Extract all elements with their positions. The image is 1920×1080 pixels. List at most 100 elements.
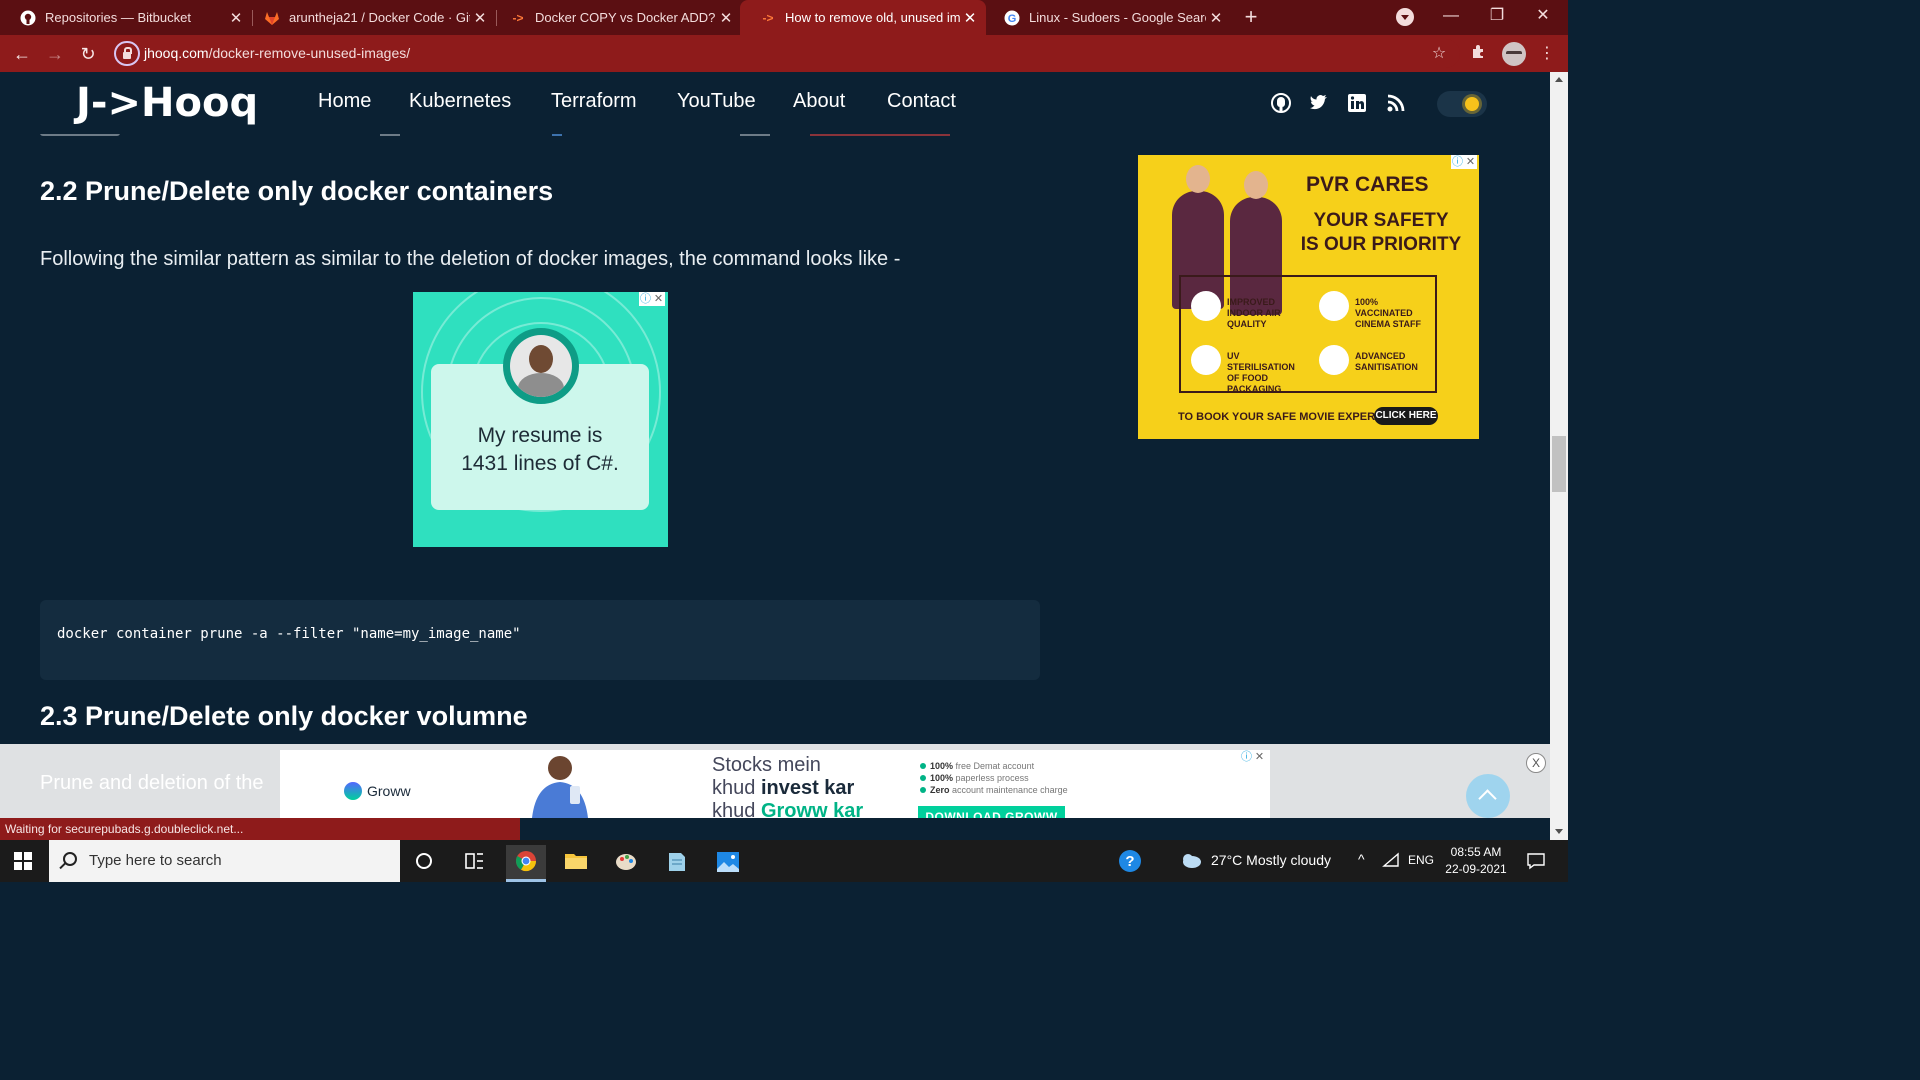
section-heading-containers: 2.2 Prune/Delete only docker containers [40, 176, 554, 206]
windows-taskbar: Type here to search ? 27°C Mostly cloudy [0, 840, 1568, 882]
download-groww-button[interactable]: DOWNLOAD GROWW [918, 806, 1065, 818]
ad-person-face [1244, 171, 1268, 199]
github-icon [20, 10, 36, 26]
ad-text: My resume is 1431 lines of C#. [461, 424, 619, 475]
close-tab-icon[interactable]: ✕ [716, 9, 736, 27]
advertisement-groww[interactable]: Groww Stocks mein khud invest kar khud G… [280, 750, 1270, 818]
tab-title: aruntheja21 / Docker Code · GitL [289, 10, 470, 25]
weather-widget[interactable]: 27°C Mostly cloudy [1180, 851, 1331, 869]
ad-brand: PVR CARES [1306, 173, 1429, 196]
groww-logo: Groww [344, 782, 411, 800]
sanitisation-icon [1319, 345, 1349, 375]
help-icon[interactable]: ? [1118, 849, 1142, 876]
menu-dots-icon[interactable]: ⋮ [1536, 43, 1558, 65]
linkedin-icon[interactable] [1346, 92, 1368, 114]
page-scrollbar[interactable] [1550, 72, 1568, 840]
browser-toolbar: ← → ↻ jhooq.com/docker-remove-unused-ima… [0, 35, 1568, 72]
nav-contact[interactable]: Contact [887, 90, 956, 113]
tab-gitlab[interactable]: aruntheja21 / Docker Code · GitL ✕ [244, 0, 496, 35]
tab-docker-copy[interactable]: -> Docker COPY vs Docker ADD? | Jh ✕ [490, 0, 742, 35]
scroll-to-top-button[interactable] [1466, 774, 1510, 818]
paragraph-containers: Following the similar pattern as similar… [40, 248, 901, 270]
forward-icon[interactable]: → [43, 42, 67, 66]
site-header: J->Hooq Home Kubernetes Terraform YouTub… [0, 72, 1550, 134]
ad-feature: IMPROVED INDOOR AIR QUALITY [1227, 297, 1281, 329]
adchoices-icon[interactable]: ⓘ ✕ [1451, 155, 1477, 169]
address-bar[interactable]: jhooq.com/docker-remove-unused-images/ [110, 39, 1460, 68]
tab-title: Repositories — Bitbucket [45, 10, 191, 25]
site-logo[interactable]: J->Hooq [76, 80, 258, 126]
close-tab-icon[interactable]: ✕ [470, 9, 490, 27]
restore-button[interactable]: ❐ [1474, 0, 1520, 35]
tab-google-sudoers[interactable]: G Linux - Sudoers - Google Search ✕ [984, 0, 1232, 35]
paint-icon[interactable] [606, 845, 646, 882]
scrolled-text-fragment [40, 134, 1000, 142]
tab-title: Docker COPY vs Docker ADD? | Jh [535, 10, 716, 25]
food-icon [1191, 345, 1221, 375]
close-tab-icon[interactable]: ✕ [226, 9, 246, 27]
new-tab-button[interactable]: + [1238, 4, 1264, 30]
ad-person-face [1186, 165, 1210, 193]
cortana-icon[interactable] [404, 845, 444, 882]
web-page: J->Hooq Home Kubernetes Terraform YouTub… [0, 72, 1550, 818]
tab-bitbucket[interactable]: Repositories — Bitbucket ✕ [0, 0, 252, 35]
advertisement-resume[interactable]: My resume is 1431 lines of C#. ⓘ ✕ [413, 292, 668, 547]
twitter-icon[interactable] [1308, 92, 1330, 114]
reload-icon[interactable]: ↻ [76, 42, 100, 66]
ad-click-here-button[interactable]: CLICK HERE [1374, 407, 1438, 425]
close-anchor-ad-button[interactable]: X [1526, 753, 1546, 773]
chrome-taskbar-icon[interactable] [506, 845, 546, 882]
taskbar-search-input[interactable]: Type here to search [49, 840, 400, 882]
bookmark-star-icon[interactable]: ☆ [1428, 43, 1450, 65]
profile-avatar[interactable] [1502, 42, 1526, 66]
file-explorer-icon[interactable] [556, 845, 596, 882]
ad-person-photo [503, 328, 579, 404]
ad-feature-list: 100% free Demat account 100% paperless p… [920, 760, 1068, 796]
theme-toggle[interactable] [1437, 91, 1487, 117]
extensions-icon[interactable] [1468, 43, 1490, 65]
nav-terraform[interactable]: Terraform [551, 90, 637, 113]
nav-kubernetes[interactable]: Kubernetes [409, 90, 511, 113]
google-icon: G [1004, 10, 1020, 26]
cloud-icon [1183, 854, 1201, 868]
ad-features-box: IMPROVED INDOOR AIR QUALITY 100% VACCINA… [1179, 275, 1437, 394]
ad-feature: UV STERILISATION OF FOOD PACKAGING [1227, 351, 1295, 394]
advertisement-pvr[interactable]: PVR CARES YOUR SAFETY IS OUR PRIORITY IM… [1138, 155, 1479, 439]
system-clock[interactable]: 08:55 AM 22-09-2021 [1436, 844, 1516, 878]
adchoices-icon[interactable]: ⓘ ✕ [639, 292, 665, 306]
lock-icon[interactable] [114, 41, 140, 66]
github-icon[interactable] [1270, 92, 1292, 114]
url-text[interactable]: jhooq.com/docker-remove-unused-images/ [144, 45, 410, 61]
close-window-button[interactable]: ✕ [1520, 0, 1566, 35]
task-view-icon[interactable] [454, 845, 494, 882]
notepad-icon[interactable] [656, 845, 696, 882]
nav-youtube[interactable]: YouTube [677, 90, 756, 113]
tab-search-icon[interactable] [1396, 8, 1414, 26]
language-indicator[interactable]: ENG [1408, 853, 1434, 867]
scrollbar-thumb[interactable] [1552, 436, 1566, 492]
photos-icon[interactable] [708, 845, 748, 882]
ad-feature: 100% VACCINATED CINEMA STAFF [1355, 297, 1421, 329]
wifi-icon[interactable] [1382, 852, 1400, 871]
rss-icon[interactable] [1385, 92, 1407, 114]
browser-tab-strip: Repositories — Bitbucket ✕ aruntheja21 /… [0, 0, 1568, 35]
scroll-down-arrow-icon[interactable] [1555, 829, 1563, 834]
tab-remove-images[interactable]: -> How to remove old, unused imag ✕ [740, 0, 986, 35]
chevron-up-icon[interactable]: ^ [1358, 851, 1365, 867]
code-text: docker container prune -a --filter "name… [57, 626, 521, 642]
minimize-button[interactable]: — [1428, 0, 1474, 35]
notifications-icon[interactable] [1526, 851, 1546, 874]
close-tab-icon[interactable]: ✕ [960, 9, 980, 27]
status-bubble: Waiting for securepubads.g.doubleclick.n… [0, 818, 520, 840]
close-tab-icon[interactable]: ✕ [1206, 9, 1226, 27]
ad-headline: YOUR SAFETY IS OUR PRIORITY [1300, 210, 1462, 255]
code-block[interactable]: docker container prune -a --filter "name… [40, 600, 1040, 680]
back-icon[interactable]: ← [10, 42, 34, 66]
search-icon [63, 852, 77, 866]
nav-home[interactable]: Home [318, 90, 371, 113]
vaccine-icon [1319, 291, 1349, 321]
nav-about[interactable]: About [793, 90, 845, 113]
scroll-up-arrow-icon[interactable] [1555, 77, 1563, 82]
windows-start-icon[interactable] [14, 852, 32, 870]
adchoices-icon[interactable]: ⓘ ✕ [1240, 750, 1266, 764]
